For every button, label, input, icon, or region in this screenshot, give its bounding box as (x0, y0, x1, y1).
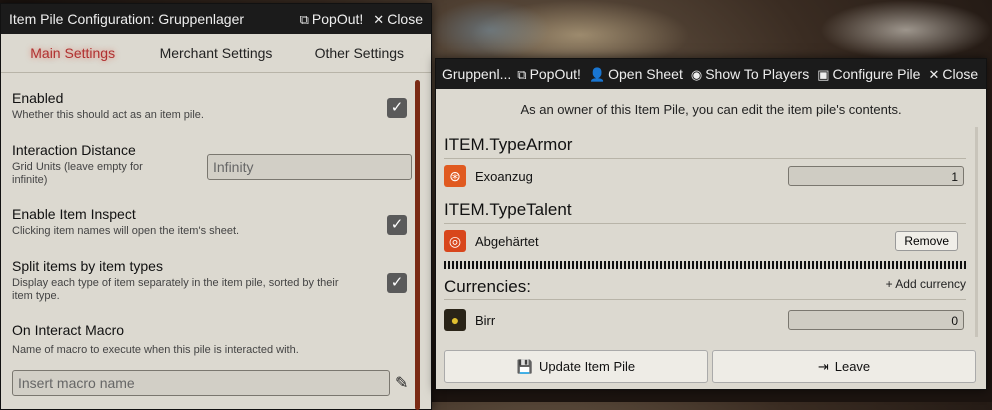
setting-label: Split items by item types (12, 258, 163, 274)
setting-interaction-distance: Interaction Distance Grid Units (leave e… (12, 142, 172, 187)
setting-hint: Name of macro to execute when this pile … (12, 344, 299, 356)
configure-pile-button[interactable]: ▣ Configure Pile (817, 66, 920, 82)
scrollbar[interactable] (415, 80, 420, 410)
show-to-players-button[interactable]: ◉ Show To Players (691, 66, 809, 82)
item-pile-config-window: Item Pile Configuration: Gruppenlager ⧉ … (0, 3, 432, 410)
macro-name-input[interactable]: Insert macro name (12, 370, 390, 396)
setting-enable-inspect: Enable Item Inspect Clicking item names … (12, 206, 239, 238)
external-link-icon: ⧉ (299, 11, 309, 27)
divider (444, 261, 966, 269)
background-light (820, 0, 992, 60)
armor-icon: ⊛ (444, 165, 466, 187)
coin-icon: ● (444, 309, 466, 331)
talent-icon: ◎ (444, 230, 466, 252)
config-titlebar[interactable]: Item Pile Configuration: Gruppenlager ⧉ … (1, 4, 431, 34)
remove-button[interactable]: Remove (895, 231, 958, 251)
setting-enabled: Enabled Whether this should act as an it… (12, 90, 204, 122)
pile-titlebar[interactable]: Gruppenl... ⧉ PopOut! 👤 Open Sheet ◉ Sho… (436, 59, 986, 89)
quantity-input[interactable]: 1 (788, 166, 964, 186)
open-sheet-button[interactable]: 👤 Open Sheet (589, 66, 683, 82)
quantity-input[interactable]: 0 (788, 310, 964, 330)
close-button[interactable]: ✕ Close (373, 11, 423, 27)
section-header: ITEM.TypeArmor (444, 135, 966, 159)
add-currency-button[interactable]: + Add currency (886, 277, 966, 291)
footer-actions: 💾 Update Item Pile ⇥ Leave (444, 350, 976, 383)
setting-hint: Grid Units (leave empty for infinite) (12, 161, 143, 186)
close-icon: ✕ (373, 11, 385, 27)
tab-main-settings[interactable]: Main Settings (1, 45, 144, 61)
external-link-icon: ⧉ (517, 66, 527, 82)
close-button[interactable]: ✕ Close (928, 66, 978, 82)
setting-interact-macro: On Interact Macro Name of macro to execu… (12, 322, 299, 357)
tab-merchant-settings[interactable]: Merchant Settings (144, 45, 287, 61)
sign-out-icon: ⇥ (817, 359, 829, 374)
save-icon: 💾 (516, 359, 534, 374)
setting-hint: Whether this should act as an item pile. (12, 109, 204, 121)
setting-label: On Interact Macro (12, 322, 125, 338)
pile-title: Gruppenl... (442, 66, 512, 82)
plus-icon: + (885, 277, 893, 291)
eye-icon: ◉ (690, 66, 703, 82)
close-icon: ✕ (928, 66, 940, 82)
setting-label: Enable Item Inspect (12, 206, 136, 222)
update-item-pile-button[interactable]: 💾 Update Item Pile (444, 350, 708, 383)
setting-split-items: Split items by item types Display each t… (12, 258, 352, 303)
config-title: Item Pile Configuration: Gruppenlager (9, 11, 245, 27)
popout-button[interactable]: ⧉ PopOut! (300, 11, 364, 27)
leave-button[interactable]: ⇥ Leave (712, 350, 976, 383)
enabled-checkbox[interactable]: ✓ (387, 98, 407, 118)
edit-icon[interactable]: ✎ (395, 373, 408, 393)
popout-button[interactable]: ⧉ PopOut! (517, 66, 581, 82)
item-name[interactable]: Abgehärtet (475, 234, 966, 249)
list-item: ◎ Abgehärtet Remove (444, 228, 966, 254)
setting-label: Interaction Distance (12, 142, 136, 158)
user-icon: 👤 (588, 66, 606, 82)
settings-tabs: Main Settings Merchant Settings Other Se… (1, 34, 431, 73)
owner-note: As an owner of this Item Pile, you can e… (520, 102, 902, 117)
list-item: ● Birr 0 (444, 307, 966, 333)
setting-hint: Clicking item names will open the item's… (12, 225, 240, 237)
setting-label: Enabled (12, 90, 64, 106)
list-item: ⊛ Exoanzug 1 (444, 163, 966, 189)
box-icon: ▣ (817, 66, 830, 82)
tab-other-settings[interactable]: Other Settings (288, 45, 431, 61)
split-items-checkbox[interactable]: ✓ (387, 273, 407, 293)
section-header: ITEM.TypeTalent (444, 200, 966, 224)
scrollbar[interactable] (975, 127, 978, 337)
enable-inspect-checkbox[interactable]: ✓ (387, 215, 407, 235)
item-pile-window: Gruppenl... ⧉ PopOut! 👤 Open Sheet ◉ Sho… (435, 58, 987, 390)
divider (444, 299, 966, 300)
background-light (430, 0, 550, 60)
interaction-distance-input[interactable]: Infinity (207, 154, 412, 180)
setting-hint: Display each type of item separately in … (12, 277, 339, 302)
